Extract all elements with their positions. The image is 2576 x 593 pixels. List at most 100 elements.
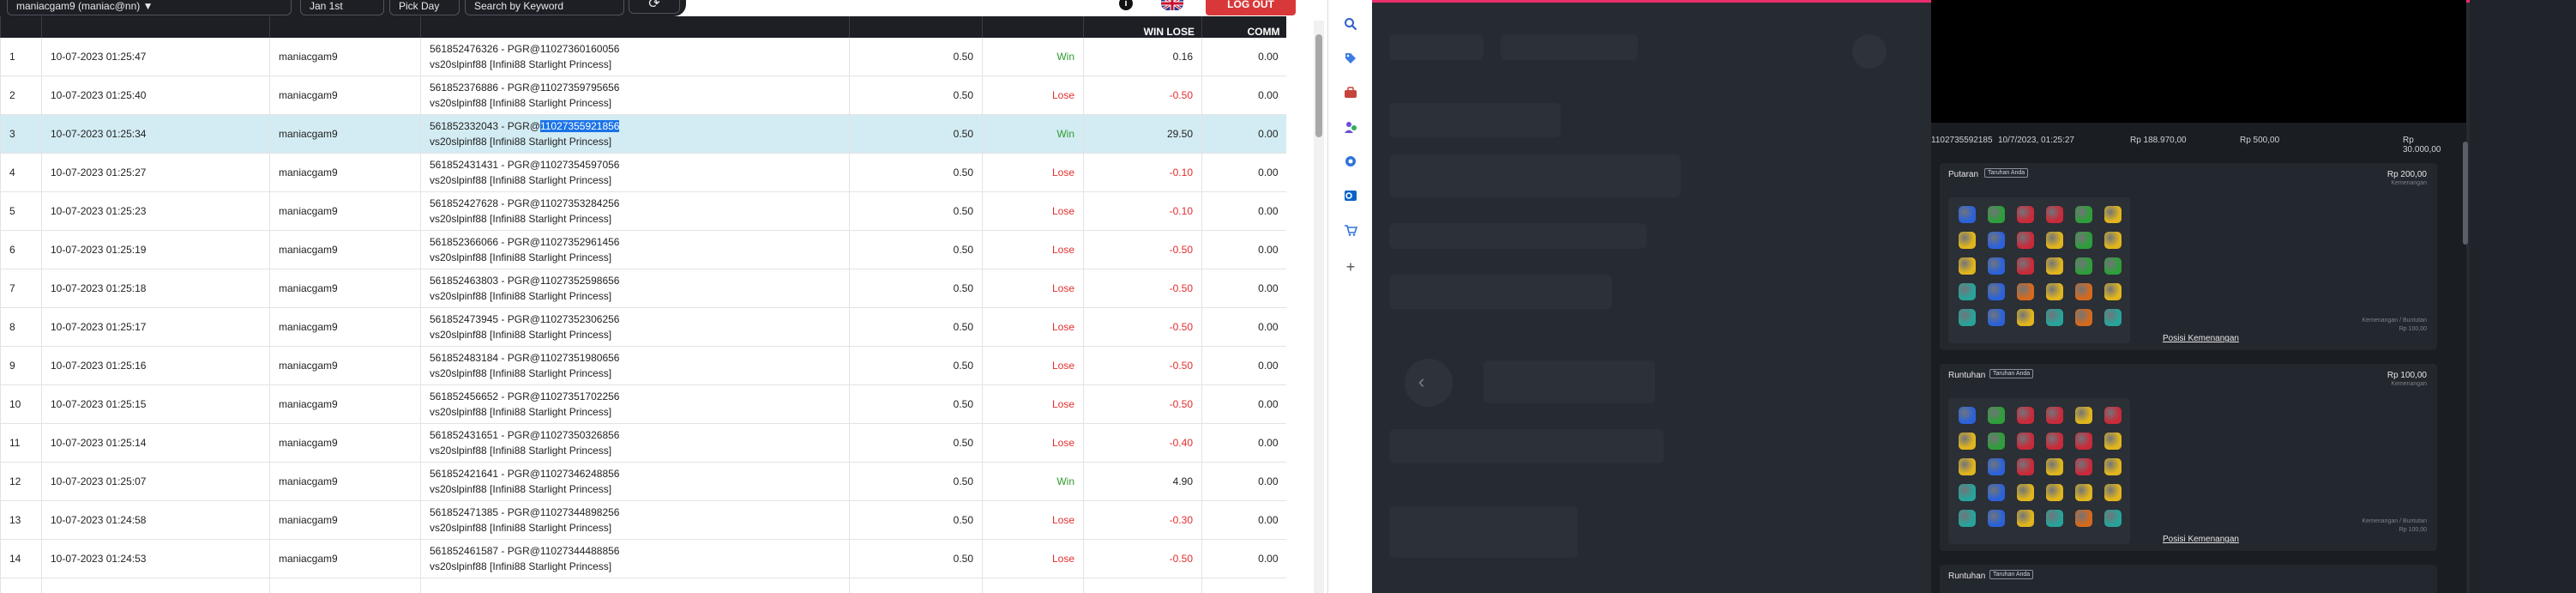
gem-symbol-icon [1988, 433, 2005, 450]
gem-symbol-icon [1959, 484, 1976, 501]
winning-position-link[interactable]: Posisi Kemenangan [2163, 334, 2239, 343]
col-header-comm[interactable]: COMM [1201, 16, 1286, 38]
cell-date: 10-07-2023 01:25:34 [41, 114, 270, 154]
search-button[interactable]: Search by Keyword [465, 0, 624, 15]
col-header-date[interactable] [41, 16, 270, 38]
search-icon[interactable] [1341, 17, 1360, 36]
table-row[interactable]: 9 10-07-2023 01:25:16 maniacgam9 5618524831… [0, 346, 1286, 385]
gem-symbol-icon [2017, 510, 2034, 527]
gem-symbol-icon [1988, 458, 2005, 475]
cell-description: 561852366066 - PGR@11027352961456 vs20slp… [420, 230, 850, 269]
gem-symbol-icon [1988, 283, 2005, 300]
cell-no: 14 [0, 539, 42, 578]
description-line-2: vs20slpinf88 [Infini88 Starlight Princes… [430, 97, 612, 109]
gem-symbol-icon [2104, 309, 2122, 326]
col-header-user[interactable] [269, 16, 421, 38]
table-row[interactable]: 5 10-07-2023 01:25:23 maniacgam9 5618524276… [0, 191, 1286, 231]
round-summary-row: 1102735592185 10/7/2023, 01:25:27 Rp 188… [1931, 130, 2446, 154]
table-row[interactable]: 7 10-07-2023 01:25:18 maniacgam9 5618524638… [0, 269, 1286, 308]
card-sub: Kemenangan [2391, 381, 2427, 387]
description-line-1: 561852431651 - PGR@11027350326856 [430, 429, 620, 441]
table-row[interactable]: 3 10-07-2023 01:25:34 maniacgam9 5618523320… [0, 114, 1286, 154]
cart-icon[interactable] [1341, 223, 1360, 242]
back-chevron-icon[interactable]: ‹ [1418, 371, 1424, 393]
table-row[interactable]: 14 10-07-2023 01:24:53 maniacgam9 561852461… [0, 539, 1286, 578]
person-icon[interactable] [1341, 120, 1360, 139]
cell-no: 5 [0, 191, 42, 231]
table-row[interactable]: 4 10-07-2023 01:25:27 maniacgam9 5618524314… [0, 153, 1286, 192]
outlook-icon[interactable] [1341, 189, 1360, 208]
modal-scrollbar[interactable] [2463, 142, 2468, 245]
gem-symbol-icon [2046, 257, 2063, 275]
refresh-icon[interactable]: ⟳ [629, 0, 680, 14]
tag-icon[interactable] [1341, 51, 1360, 70]
table-row[interactable]: 2 10-07-2023 01:25:40 maniacgam9 5618523768… [0, 76, 1286, 115]
cell-bet: 0.50 [849, 539, 983, 578]
cascade-card: Runtuhan Taruhan Anda Rp 100,00 Kemenang… [1940, 364, 2437, 551]
description-line-2: vs20slpinf88 [Infini88 Starlight Princes… [430, 406, 612, 418]
selected-text[interactable]: 11027355921856 [539, 120, 620, 132]
cell-comm: 0.00 [1201, 269, 1286, 308]
round-bet: Rp 500,00 [2240, 136, 2280, 145]
cell-comm: 0.00 [1201, 539, 1286, 578]
settings-icon[interactable] [1341, 154, 1360, 173]
cell-status: Lose [982, 269, 1084, 308]
cell-win-lose: 0.16 [1083, 38, 1202, 76]
info-icon[interactable]: i [1119, 0, 1133, 10]
description-line-1: 561852483184 - PGR@11027351980656 [430, 352, 620, 364]
table-row[interactable]: 10 10-07-2023 01:25:15 maniacgam9 561852456… [0, 384, 1286, 424]
cell-no [0, 578, 42, 593]
cell-bet: 0.50 [849, 76, 983, 115]
col-header-description[interactable] [420, 16, 850, 38]
cell-no: 3 [0, 114, 42, 154]
cell-status: Lose [982, 346, 1084, 385]
date-to-button[interactable]: Pick Day [389, 0, 460, 15]
table-row[interactable]: 8 10-07-2023 01:25:17 maniacgam9 5618524739… [0, 307, 1286, 347]
cell-comm: 0.00 [1201, 38, 1286, 76]
col-header-no[interactable] [0, 16, 42, 38]
table-scrollbar-thumb[interactable] [1315, 34, 1322, 137]
cell-bet: 0.50 [849, 307, 983, 347]
right-edge-area [2470, 0, 2576, 593]
symbol-grid [1948, 398, 2130, 544]
cell-no: 2 [0, 76, 42, 115]
cell-date: 10-07-2023 01:25:18 [41, 269, 270, 308]
table-row[interactable]: 11 10-07-2023 01:25:14 maniacgam9 561852431… [0, 423, 1286, 463]
briefcase-icon[interactable] [1341, 86, 1360, 105]
gem-symbol-icon [2104, 257, 2122, 275]
date-from-button[interactable]: Jan 1st [300, 0, 384, 15]
uk-flag-icon[interactable] [1161, 0, 1183, 10]
description-line-2: vs20slpinf88 [Infini88 Starlight Princes… [430, 136, 612, 148]
gem-symbol-icon [2017, 433, 2034, 450]
gem-symbol-icon [2017, 232, 2034, 249]
table-row[interactable]: 6 10-07-2023 01:25:19 maniacgam9 5618523660… [0, 230, 1286, 269]
gem-symbol-icon [2046, 484, 2063, 501]
table-row[interactable]: 561852428088 - PGR@11027343022856 [0, 578, 1286, 593]
col-header-status[interactable] [982, 16, 1084, 38]
plus-icon[interactable]: + [1341, 257, 1360, 276]
cell-user: maniacgam9 [269, 346, 421, 385]
cell-status: Win [982, 462, 1084, 501]
gem-symbol-icon [1959, 433, 1976, 450]
browser-sidebar: + [1327, 0, 1373, 593]
top-toolbar: maniacgam9 (maniac@nn) ▼ Jan 1st Pick Da… [0, 0, 686, 16]
table-row[interactable]: 1 10-07-2023 01:25:47 maniacgam9 5618524763… [0, 38, 1286, 76]
table-row[interactable]: 13 10-07-2023 01:24:58 maniacgam9 561852471… [0, 500, 1286, 540]
table-scrollbar[interactable] [1314, 21, 1324, 593]
logout-button[interactable]: LOG OUT [1206, 0, 1296, 15]
col-header-bet[interactable] [849, 16, 983, 38]
table-row[interactable]: 12 10-07-2023 01:25:07 maniacgam9 561852421… [0, 462, 1286, 501]
cell-bet: 0.50 [849, 153, 983, 192]
col-header-win-lose[interactable]: WIN LOSE [1083, 16, 1202, 38]
account-select[interactable]: maniacgam9 (maniac@nn) ▼ [7, 0, 292, 15]
cell-description: 561852483184 - PGR@11027351980656 vs20slp… [420, 346, 850, 385]
cell-status: Win [982, 38, 1084, 76]
cell-bet: 0.50 [849, 346, 983, 385]
cell-comm: 0.00 [1201, 500, 1286, 540]
cell-comm: 0.00 [1201, 384, 1286, 424]
cell-win-lose: -0.50 [1083, 307, 1202, 347]
description-line-2: vs20slpinf88 [Infini88 Starlight Princes… [430, 367, 612, 379]
round-balance: Rp 188.970,00 [2130, 136, 2187, 145]
round-date: 10/7/2023, 01:25:27 [1998, 136, 2074, 145]
winning-position-link[interactable]: Posisi Kemenangan [2163, 535, 2239, 544]
